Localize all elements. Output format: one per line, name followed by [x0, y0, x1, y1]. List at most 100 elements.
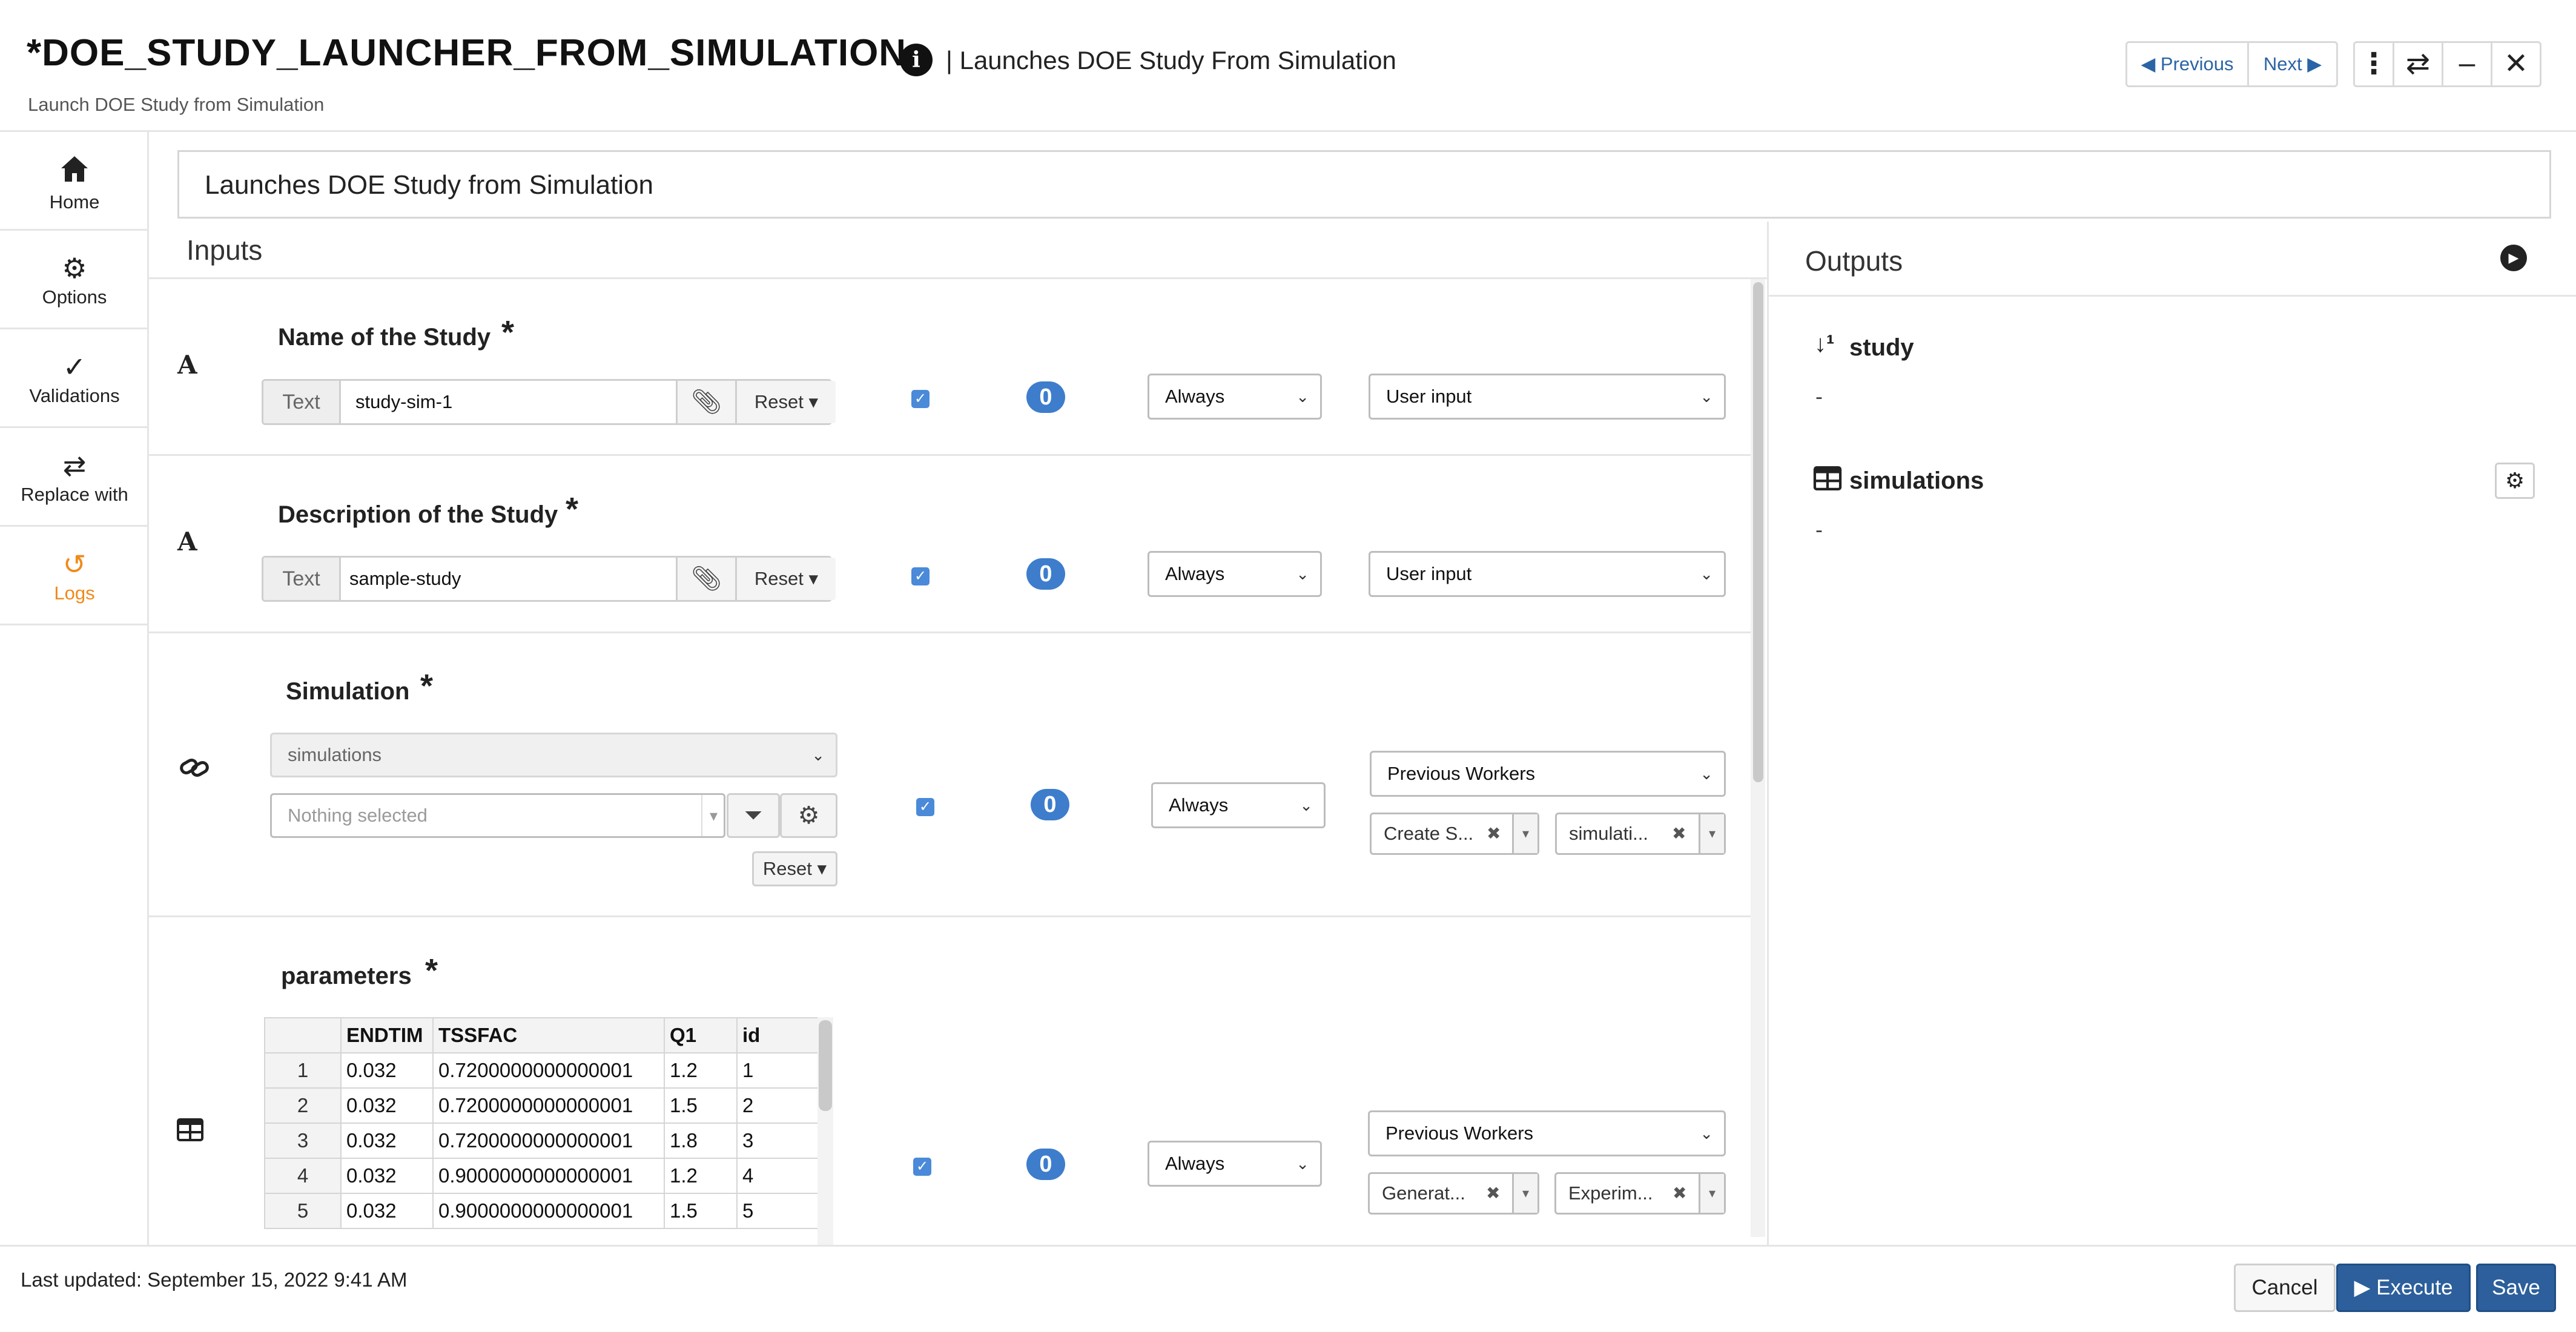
next-button[interactable]: Next ▶︎ [2247, 41, 2338, 87]
swap-button[interactable]: ⇄ [2393, 41, 2443, 87]
caret-down-icon[interactable]: ▾ [1512, 814, 1537, 853]
enabled-checkbox[interactable]: ✓ [913, 1158, 931, 1176]
table-cell[interactable]: 1.2 [664, 1052, 738, 1089]
source-select[interactable]: Previous Workers ⌄ [1370, 751, 1726, 797]
input-label: parameters [281, 963, 412, 989]
previous-button[interactable]: ◀︎ Previous [2125, 41, 2249, 87]
table-cell[interactable]: 0.032 [340, 1193, 434, 1229]
table-cell[interactable]: 1 [736, 1052, 819, 1089]
check-icon: ✓ [62, 351, 87, 383]
table-cell[interactable]: 0.032 [340, 1087, 434, 1124]
kebab-menu-button[interactable]: ⋮ [2353, 41, 2394, 87]
column-header[interactable]: Q1 [664, 1017, 738, 1053]
table-cell[interactable]: 1.2 [664, 1158, 738, 1194]
condition-select[interactable]: Always ⌄ [1148, 1141, 1322, 1187]
table-scrollbar-thumb[interactable] [819, 1020, 832, 1111]
sidebar-item-replace-with[interactable]: ⇄ Replace with [0, 428, 149, 527]
condition-value: Always [1165, 1153, 1225, 1174]
info-icon[interactable]: i [900, 44, 933, 76]
table-cell[interactable]: 2 [736, 1087, 819, 1124]
kebab-icon: ⋮ [2359, 48, 2388, 80]
table-cell[interactable]: 1.5 [664, 1087, 738, 1124]
table-header-row: ENDTIM TSSFAC Q1 id [264, 1017, 819, 1053]
condition-select[interactable]: Always ⌄ [1148, 374, 1322, 420]
sidebar-item-home[interactable]: Home [0, 132, 149, 231]
minimize-button[interactable]: – [2442, 41, 2492, 87]
remove-tag-icon[interactable]: ✖ [1486, 1174, 1500, 1213]
table-cell[interactable]: 0.9000000000000001 [432, 1158, 665, 1194]
study-description-input[interactable] [341, 558, 674, 600]
input-label: Simulation [286, 678, 410, 705]
row-number: 5 [264, 1193, 342, 1229]
caret-left-icon: ◀︎ [2141, 53, 2156, 74]
condition-select[interactable]: Always ⌄ [1148, 551, 1322, 597]
chevron-down-icon: ⌄ [1296, 565, 1309, 583]
source-select[interactable]: User input ⌄ [1369, 551, 1726, 597]
output-label: simulations [1849, 467, 1984, 494]
column-header[interactable]: ENDTIM [340, 1017, 434, 1053]
sidebar-item-options[interactable]: ⚙ Options [0, 231, 149, 329]
chevron-down-icon: ⌄ [811, 746, 825, 764]
table-cell[interactable]: 5 [736, 1193, 819, 1229]
settings-button[interactable]: ⚙ [780, 793, 837, 838]
caret-down-icon[interactable]: ▾ [1699, 1174, 1724, 1213]
table-cell[interactable]: 1.8 [664, 1123, 738, 1159]
attach-button[interactable]: 📎︎ [676, 558, 735, 600]
enabled-checkbox[interactable]: ✓ [916, 798, 934, 816]
execute-button[interactable]: ▶︎ Execute [2336, 1264, 2471, 1312]
caret-down-icon[interactable]: ▾ [1699, 814, 1724, 853]
column-header[interactable]: id [736, 1017, 819, 1053]
worker-tag[interactable]: Create S... ✖ ▾ [1370, 813, 1539, 855]
worker-tag[interactable]: simulati... ✖ ▾ [1555, 813, 1726, 855]
attach-button[interactable]: 📎︎ [676, 381, 735, 423]
collection-value: simulations [288, 744, 382, 765]
page-title: *DOE_STUDY_LAUNCHER_FROM_SIMULATION [27, 32, 907, 74]
condition-select[interactable]: Always ⌄ [1151, 782, 1326, 828]
table-cell[interactable]: 0.7200000000000001 [432, 1087, 665, 1124]
caret-down-icon[interactable]: ▾ [1512, 1174, 1537, 1213]
table-icon [1813, 466, 1842, 493]
enabled-checkbox[interactable]: ✓ [911, 390, 930, 408]
remove-tag-icon[interactable]: ✖ [1673, 1174, 1686, 1213]
study-name-input[interactable] [341, 381, 674, 423]
table-cell[interactable]: 0.7200000000000001 [432, 1123, 665, 1159]
reset-button[interactable]: Reset ▾ [752, 851, 837, 886]
filter-button[interactable]: ⏷︎ [727, 793, 780, 838]
sidebar-item-logs[interactable]: ↺ Logs [0, 527, 149, 625]
task-title-field[interactable]: Launches DOE Study from Simulation [177, 150, 2551, 219]
table-cell[interactable]: 0.9000000000000001 [432, 1193, 665, 1229]
next-button-label: Next [2263, 53, 2302, 74]
enabled-checkbox[interactable]: ✓ [911, 567, 930, 585]
reset-button[interactable]: Reset ▾ [735, 381, 836, 423]
table-cell[interactable]: 4 [736, 1158, 819, 1194]
source-select[interactable]: User input ⌄ [1369, 374, 1726, 420]
table-row: 3 0.032 0.7200000000000001 1.8 3 [264, 1123, 819, 1159]
table-cell[interactable]: 0.032 [340, 1123, 434, 1159]
simulation-select[interactable]: Nothing selected ▾ [270, 793, 725, 838]
worker-tag[interactable]: Generat... ✖ ▾ [1368, 1172, 1539, 1215]
column-header [264, 1017, 342, 1053]
worker-tag[interactable]: Experim... ✖ ▾ [1554, 1172, 1726, 1215]
row-divider [149, 915, 1751, 917]
table-cell[interactable]: 3 [736, 1123, 819, 1159]
table-cell[interactable]: 0.032 [340, 1052, 434, 1089]
sidebar-item-validations[interactable]: ✓ Validations [0, 329, 149, 428]
source-value: User input [1386, 563, 1472, 584]
reset-button[interactable]: Reset ▾ [735, 558, 836, 600]
play-icon[interactable]: ▶︎ [2500, 245, 2527, 271]
remove-tag-icon[interactable]: ✖ [1672, 814, 1686, 853]
source-select[interactable]: Previous Workers ⌄ [1368, 1110, 1726, 1156]
output-settings-button[interactable]: ⚙ [2495, 463, 2535, 499]
close-button[interactable]: ✕ [2491, 41, 2541, 87]
save-button[interactable]: Save [2476, 1264, 2556, 1312]
table-cell[interactable]: 1.5 [664, 1193, 738, 1229]
inputs-scrollbar-thumb[interactable] [1753, 282, 1763, 782]
remove-tag-icon[interactable]: ✖ [1487, 814, 1501, 853]
footer: Last updated: September 15, 2022 9:41 AM… [0, 1245, 2576, 1332]
column-header[interactable]: TSSFAC [432, 1017, 665, 1053]
table-cell[interactable]: 0.032 [340, 1158, 434, 1194]
worker-tag-label: simulati... [1569, 823, 1648, 844]
count-badge: 0 [1026, 1149, 1065, 1180]
table-cell[interactable]: 0.7200000000000001 [432, 1052, 665, 1089]
cancel-button[interactable]: Cancel [2234, 1264, 2336, 1312]
